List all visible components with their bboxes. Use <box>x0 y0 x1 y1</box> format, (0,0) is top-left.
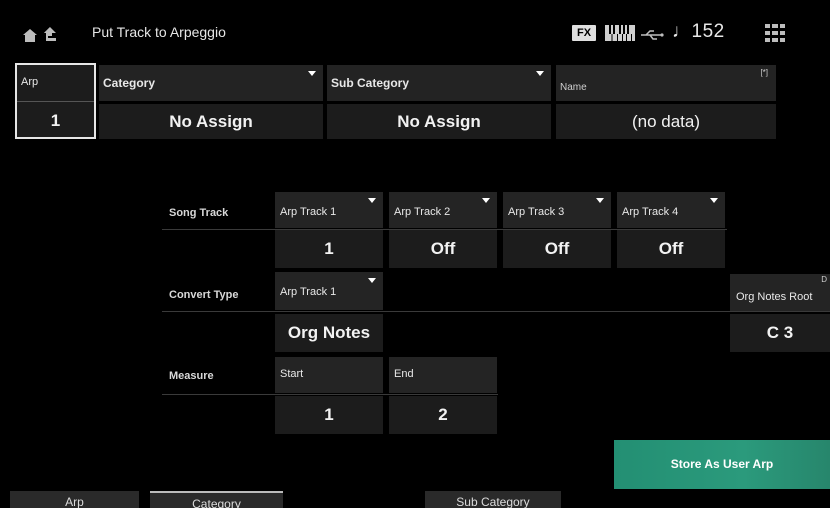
convert-arp-track-1-header[interactable]: Arp Track 1 <box>275 272 383 310</box>
org-notes-root-header[interactable]: Org Notes Root D <box>730 274 830 311</box>
store-as-user-arp-button[interactable]: Store As User Arp <box>614 440 830 489</box>
usb-icon <box>640 28 664 40</box>
page-title: Put Track to Arpeggio <box>92 24 226 40</box>
chevron-down-icon <box>482 198 490 203</box>
grid-menu-icon[interactable] <box>765 24 785 42</box>
convert-type-divider <box>162 311 830 312</box>
fx-badge[interactable]: FX <box>572 25 596 41</box>
name-edit-marker: [*] <box>760 68 768 77</box>
chevron-down-icon <box>368 278 376 283</box>
arp-track-4-header[interactable]: Arp Track 4 <box>617 192 725 228</box>
divider <box>17 101 94 102</box>
arp-track-1-value[interactable]: 1 <box>275 230 383 268</box>
name-value[interactable]: (no data) <box>556 104 776 139</box>
arp-track-4-value[interactable]: Off <box>617 230 725 268</box>
chevron-down-icon <box>596 198 604 203</box>
category-label: Category <box>103 76 156 90</box>
arp-track-3-label: Arp Track 3 <box>508 206 565 218</box>
song-track-label: Song Track <box>169 207 229 219</box>
chevron-down-icon <box>710 198 718 203</box>
sub-category-label: Sub Category <box>331 76 410 90</box>
home-icon[interactable] <box>22 27 38 43</box>
chevron-down-icon <box>308 71 316 76</box>
convert-arp-track-1-label: Arp Track 1 <box>280 286 337 298</box>
measure-end-label: End <box>394 368 414 380</box>
arp-track-4-label: Arp Track 4 <box>622 206 679 218</box>
org-notes-root-corner-marker: D <box>821 275 827 284</box>
tab-arp[interactable]: Arp <box>10 491 139 508</box>
name-header[interactable]: Name [*] <box>556 65 776 101</box>
org-notes-root-value[interactable]: C 3 <box>730 314 830 352</box>
back-up-icon[interactable] <box>43 26 57 43</box>
arp-track-2-header[interactable]: Arp Track 2 <box>389 192 497 228</box>
measure-divider <box>162 394 498 395</box>
arp-label: Arp <box>21 76 39 88</box>
arp-track-3-header[interactable]: Arp Track 3 <box>503 192 611 228</box>
arp-track-1-label: Arp Track 1 <box>280 206 337 218</box>
chevron-down-icon <box>368 198 376 203</box>
arp-track-2-label: Arp Track 2 <box>394 206 451 218</box>
keyboard-icon <box>605 25 635 41</box>
tab-sub-category[interactable]: Sub Category <box>425 491 561 508</box>
arp-value: 1 <box>50 111 61 130</box>
sub-category-value[interactable]: No Assign <box>327 104 551 139</box>
category-value[interactable]: No Assign <box>99 104 323 139</box>
arp-track-1-header[interactable]: Arp Track 1 <box>275 192 383 228</box>
tab-category[interactable]: Category <box>150 491 283 508</box>
arp-track-3-value[interactable]: Off <box>503 230 611 268</box>
chevron-down-icon <box>536 71 544 76</box>
arp-track-2-value[interactable]: Off <box>389 230 497 268</box>
category-header[interactable]: Category <box>99 65 323 101</box>
measure-start-header[interactable]: Start <box>275 357 383 393</box>
measure-label: Measure <box>169 370 214 382</box>
tempo-display[interactable]: ♩152 <box>672 21 725 43</box>
name-label: Name <box>560 82 587 93</box>
convert-type-label: Convert Type <box>169 289 239 301</box>
sub-category-header[interactable]: Sub Category <box>327 65 551 101</box>
measure-end-value[interactable]: 2 <box>389 396 497 434</box>
org-notes-root-label: Org Notes Root <box>736 291 813 303</box>
measure-start-label: Start <box>280 368 304 380</box>
convert-type-value[interactable]: Org Notes <box>275 314 383 352</box>
measure-start-value[interactable]: 1 <box>275 396 383 434</box>
measure-end-header[interactable]: End <box>389 357 497 393</box>
